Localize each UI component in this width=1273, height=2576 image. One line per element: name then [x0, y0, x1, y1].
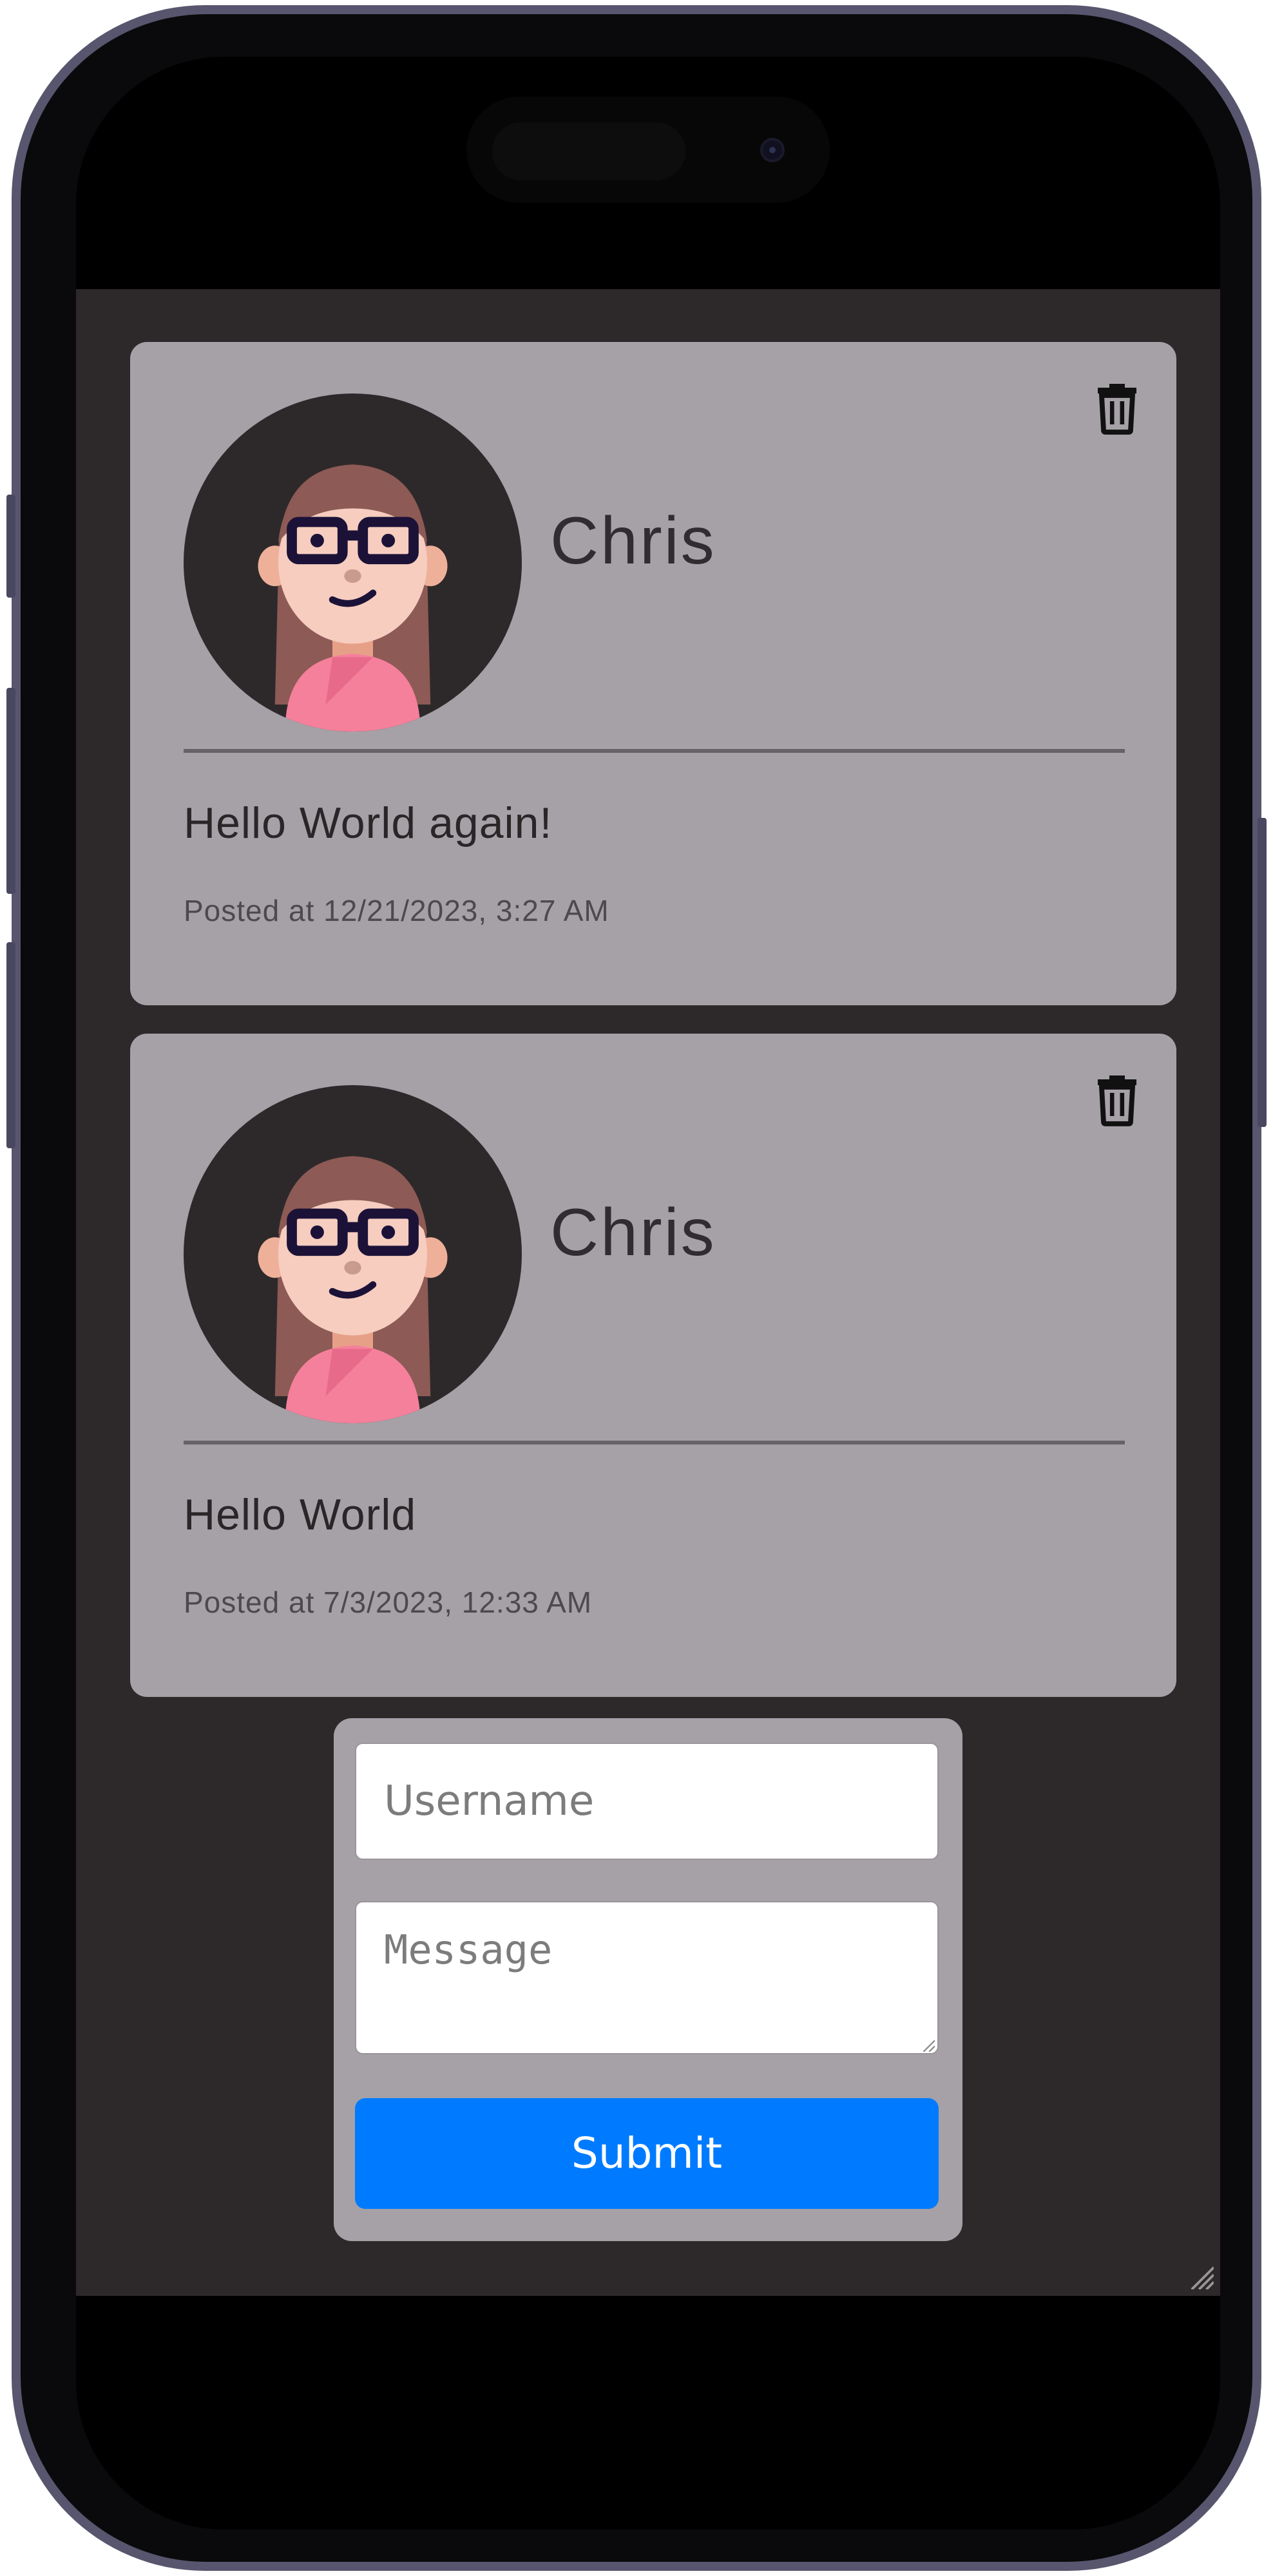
trash-icon: [1098, 1075, 1136, 1126]
volume-up-button: [6, 688, 15, 894]
delete-post-button[interactable]: [1094, 1071, 1140, 1126]
post-author: Chris: [550, 504, 716, 578]
post-message: Hello World again!: [184, 799, 553, 848]
avatar-woman-glasses-icon: [258, 464, 448, 732]
avatar: [184, 393, 522, 732]
post-timestamp: Posted at 12/21/2023, 3:27 AM: [184, 894, 609, 927]
avatar: [184, 1085, 522, 1423]
phone-screen: Chris Hello World again! Posted at 12/21…: [76, 57, 1220, 2530]
post-form: Username Message Submit: [334, 1718, 962, 2241]
dynamic-island: [466, 97, 830, 203]
resize-grip-icon[interactable]: [921, 2038, 935, 2052]
avatar-woman-glasses-icon: [258, 1156, 448, 1423]
post-message: Hello World: [184, 1490, 417, 1539]
camera-lens-icon: [760, 138, 785, 162]
delete-post-button[interactable]: [1094, 379, 1140, 435]
window-resize-icon[interactable]: [1189, 2265, 1214, 2289]
submit-button[interactable]: Submit: [355, 2098, 939, 2209]
post-card: Chris Hello World Posted at 7/3/2023, 12…: [130, 1034, 1176, 1697]
post-card: Chris Hello World again! Posted at 12/21…: [130, 342, 1176, 1005]
post-timestamp: Posted at 7/3/2023, 12:33 AM: [184, 1586, 593, 1619]
guestbook-app: Chris Hello World again! Posted at 12/21…: [76, 289, 1220, 2296]
island-sensor: [492, 122, 685, 180]
message-textarea[interactable]: Message: [355, 1901, 939, 2054]
action-button: [6, 495, 15, 598]
volume-down-button: [6, 942, 15, 1148]
username-input[interactable]: Username: [355, 1743, 939, 1860]
power-button: [1258, 818, 1267, 1127]
post-author: Chris: [550, 1195, 716, 1270]
trash-icon: [1098, 384, 1136, 435]
card-divider: [184, 749, 1125, 753]
card-divider: [184, 1441, 1125, 1444]
